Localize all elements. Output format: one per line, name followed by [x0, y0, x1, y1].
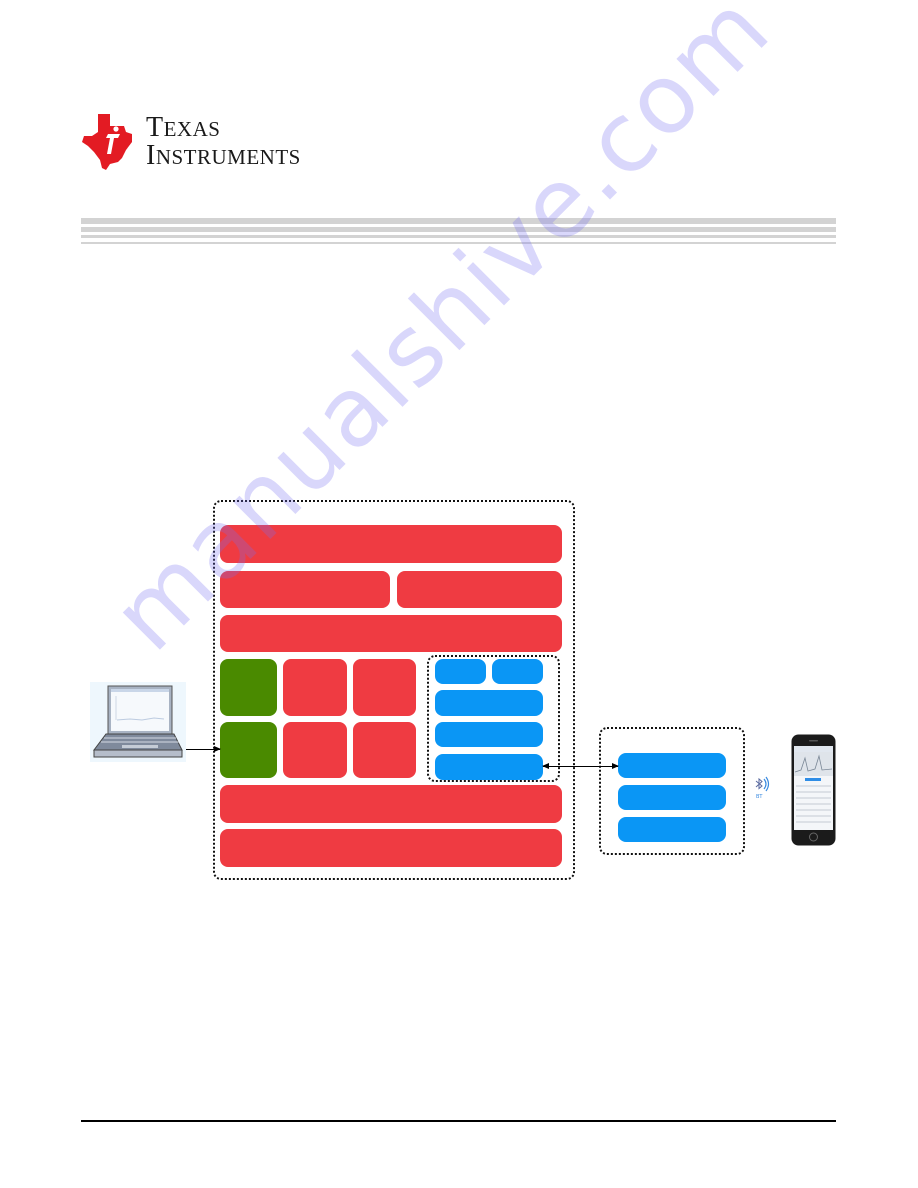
- application-layer-block: [220, 525, 562, 563]
- middleware-layer-block: [220, 615, 562, 652]
- brand-word-exas: EXAS: [163, 117, 221, 141]
- brand-line-2: INSTRUMENTS: [146, 140, 301, 172]
- bluetooth-icon: BT: [755, 776, 770, 800]
- brand-initial-t: T: [146, 112, 164, 143]
- ble-module-block: [618, 785, 726, 810]
- smartphone-icon: [791, 734, 836, 846]
- brand-word-nstruments: NSTRUMENTS: [155, 145, 301, 169]
- ble-module-block: [618, 817, 726, 842]
- ti-logo: TEXAS INSTRUMENTS: [80, 112, 320, 172]
- ble-stack-layer-block: [435, 722, 543, 747]
- application-module-right-block: [397, 571, 562, 608]
- ti-state-emblem-icon: [82, 114, 132, 170]
- header-separator-bar: [81, 235, 836, 238]
- laptop-icon: [90, 682, 186, 762]
- ble-module-block: [618, 753, 726, 778]
- ble-stack-layer-block: [435, 690, 543, 716]
- svg-text:BT: BT: [756, 794, 763, 800]
- service-block: [353, 722, 416, 778]
- application-module-left-block: [220, 571, 390, 608]
- driver-block-bottom: [220, 722, 277, 778]
- brand-initial-i: I: [146, 140, 156, 171]
- header-separator-bar: [81, 242, 836, 244]
- footer-rule: [81, 1120, 836, 1122]
- service-block: [283, 659, 347, 716]
- header-separator-bar: [81, 227, 836, 232]
- ble-profile-block: [435, 659, 486, 684]
- driver-block-top: [220, 659, 277, 716]
- ble-stack-layer-block: [435, 754, 543, 780]
- ble-profile-block: [492, 659, 543, 684]
- ble-link-arrow: [542, 763, 619, 769]
- service-block: [353, 659, 416, 716]
- service-block: [283, 722, 347, 778]
- hardware-layer-block: [220, 829, 562, 867]
- hal-layer-block: [220, 785, 562, 823]
- header-separator-bar: [81, 218, 836, 224]
